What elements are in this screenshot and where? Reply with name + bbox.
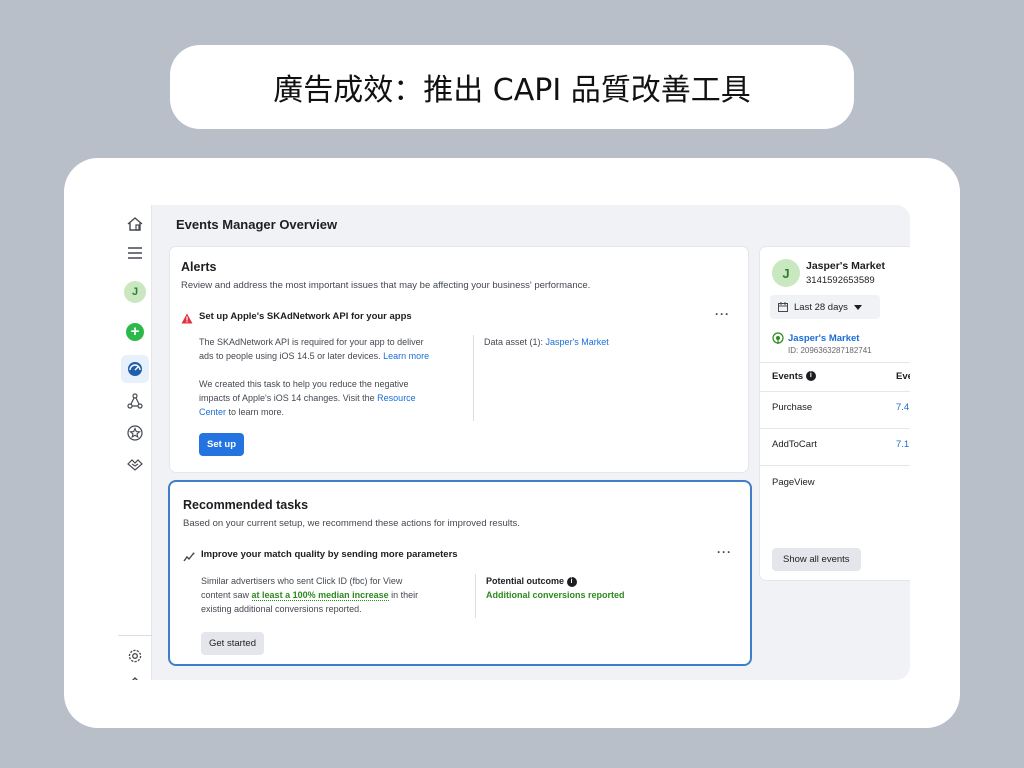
event-row-name[interactable]: Purchase <box>772 402 812 413</box>
potential-outcome: Potential outcome i Additional conversio… <box>486 574 625 602</box>
event-row-value[interactable]: 7.1 <box>896 439 909 450</box>
side-divider <box>760 391 910 392</box>
resource-center-link[interactable]: Resource <box>377 393 416 403</box>
alert-desc-line: ads to people using iOS 14.5 or later de… <box>199 349 469 363</box>
business-side-panel: J Jasper's Market 3141592653589 Last 28 … <box>760 247 910 580</box>
learn-more-link[interactable]: Learn more <box>383 351 429 361</box>
show-all-events-button[interactable]: Show all events <box>772 548 861 571</box>
alert-desc-text: to learn more. <box>228 407 285 417</box>
outcome-value: Additional conversions reported <box>486 590 625 600</box>
tasks-subtitle: Based on your current setup, we recommen… <box>183 518 520 529</box>
caret-down-icon <box>853 304 862 310</box>
event-row-name[interactable]: AddToCart <box>772 439 817 450</box>
outcome-label: Potential outcome <box>486 576 565 586</box>
business-avatar: J <box>772 259 800 287</box>
menu-icon[interactable] <box>122 240 148 266</box>
account-avatar[interactable]: J <box>124 281 146 303</box>
tasks-heading: Recommended tasks <box>183 498 309 512</box>
events-column-label: Events <box>772 371 804 382</box>
task-desc-text: content saw <box>201 590 250 600</box>
setup-button[interactable]: Set up <box>199 433 245 456</box>
task-description: Similar advertisers who sent Click ID (f… <box>201 574 476 616</box>
alert-desc-text: ads to people using iOS 14.5 or later de… <box>199 351 381 361</box>
task-more-icon[interactable]: ··· <box>717 545 732 559</box>
rail-divider <box>118 635 152 636</box>
events-manager-window: J + Events Manager Overview Alerts Revie… <box>118 205 910 680</box>
alert-desc-line: The SKAdNetwork API is required for your… <box>199 337 424 347</box>
data-asset-info: Data asset (1): Jasper's Market <box>484 335 609 349</box>
asset-name: Jasper's Market <box>788 332 860 344</box>
alert-item-title: Set up Apple's SKAdNetwork API for your … <box>199 311 412 322</box>
star-badge-icon[interactable] <box>122 420 148 446</box>
alert-desc-text: impacts of Apple's iOS 14 changes. Visit… <box>199 393 375 403</box>
business-id: 3141592653589 <box>806 275 875 286</box>
settings-gear-icon[interactable] <box>122 643 148 669</box>
side-divider <box>760 465 910 466</box>
events-column-header: Events i <box>772 371 816 382</box>
task-desc-line: Similar advertisers who sent Click ID (f… <box>201 576 403 586</box>
date-range-label: Last 28 days <box>794 301 848 313</box>
side-divider <box>760 362 910 363</box>
task-desc-line: content saw at least a 100% median incre… <box>201 588 476 602</box>
alert-more-icon[interactable]: ··· <box>715 307 730 321</box>
task-desc-text: in their <box>391 590 419 600</box>
events-count-column-header: Eve <box>896 371 910 382</box>
asset-id: ID: 2096363287182741 <box>788 346 872 355</box>
alerts-heading: Alerts <box>181 260 217 274</box>
slide-title: 廣告成效：推出 CAPI 品質改善工具 <box>170 45 854 129</box>
recommended-tasks-panel: Recommended tasks Based on your current … <box>168 480 752 666</box>
nav-rail: J + <box>118 205 152 680</box>
network-nodes-icon[interactable] <box>122 388 148 414</box>
info-icon[interactable]: i <box>805 371 816 382</box>
task-item-title: Improve your match quality by sending mo… <box>201 549 458 560</box>
data-asset-link[interactable]: Jasper's Market <box>546 337 609 347</box>
calendar-icon <box>778 302 788 312</box>
event-row-name[interactable]: PageView <box>772 477 815 488</box>
handshake-icon[interactable] <box>122 451 148 477</box>
data-asset-label: Data asset (1): <box>484 337 544 347</box>
get-started-button[interactable]: Get started <box>201 632 264 655</box>
alert-desc-line: impacts of Apple's iOS 14 changes. Visit… <box>199 391 469 405</box>
warning-icon <box>181 311 193 329</box>
date-range-dropdown[interactable]: Last 28 days <box>770 295 880 319</box>
alert-desc-line: Center to learn more. <box>199 405 469 419</box>
alert-desc-line: We created this task to help you reduce … <box>199 379 409 389</box>
info-icon[interactable]: i <box>566 576 577 587</box>
alert-divider <box>473 335 474 421</box>
side-divider <box>760 428 910 429</box>
alerts-panel: Alerts Review and address the most impor… <box>170 247 748 472</box>
events-manager-gauge-icon[interactable] <box>121 355 149 383</box>
resource-center-link-cont[interactable]: Center <box>199 407 226 417</box>
event-row-value[interactable]: 7.4 <box>896 402 909 413</box>
home-icon[interactable] <box>122 211 148 237</box>
chevron-up-icon[interactable] <box>122 667 148 680</box>
task-desc-line: existing additional conversions reported… <box>201 604 362 614</box>
alerts-subtitle: Review and address the most important is… <box>181 280 591 291</box>
create-plus-icon[interactable]: + <box>126 323 144 341</box>
trend-sparkle-icon <box>183 549 195 567</box>
alert-description: The SKAdNetwork API is required for your… <box>199 335 469 419</box>
signal-icon <box>772 332 784 344</box>
asset-link[interactable]: Jasper's Market <box>772 332 859 344</box>
page-title: Events Manager Overview <box>176 217 338 232</box>
median-increase-highlight[interactable]: at least a 100% median increase <box>251 590 389 601</box>
business-name: Jasper's Market <box>806 260 885 272</box>
task-divider <box>475 574 476 618</box>
outcome-label-row: Potential outcome i <box>486 574 625 588</box>
